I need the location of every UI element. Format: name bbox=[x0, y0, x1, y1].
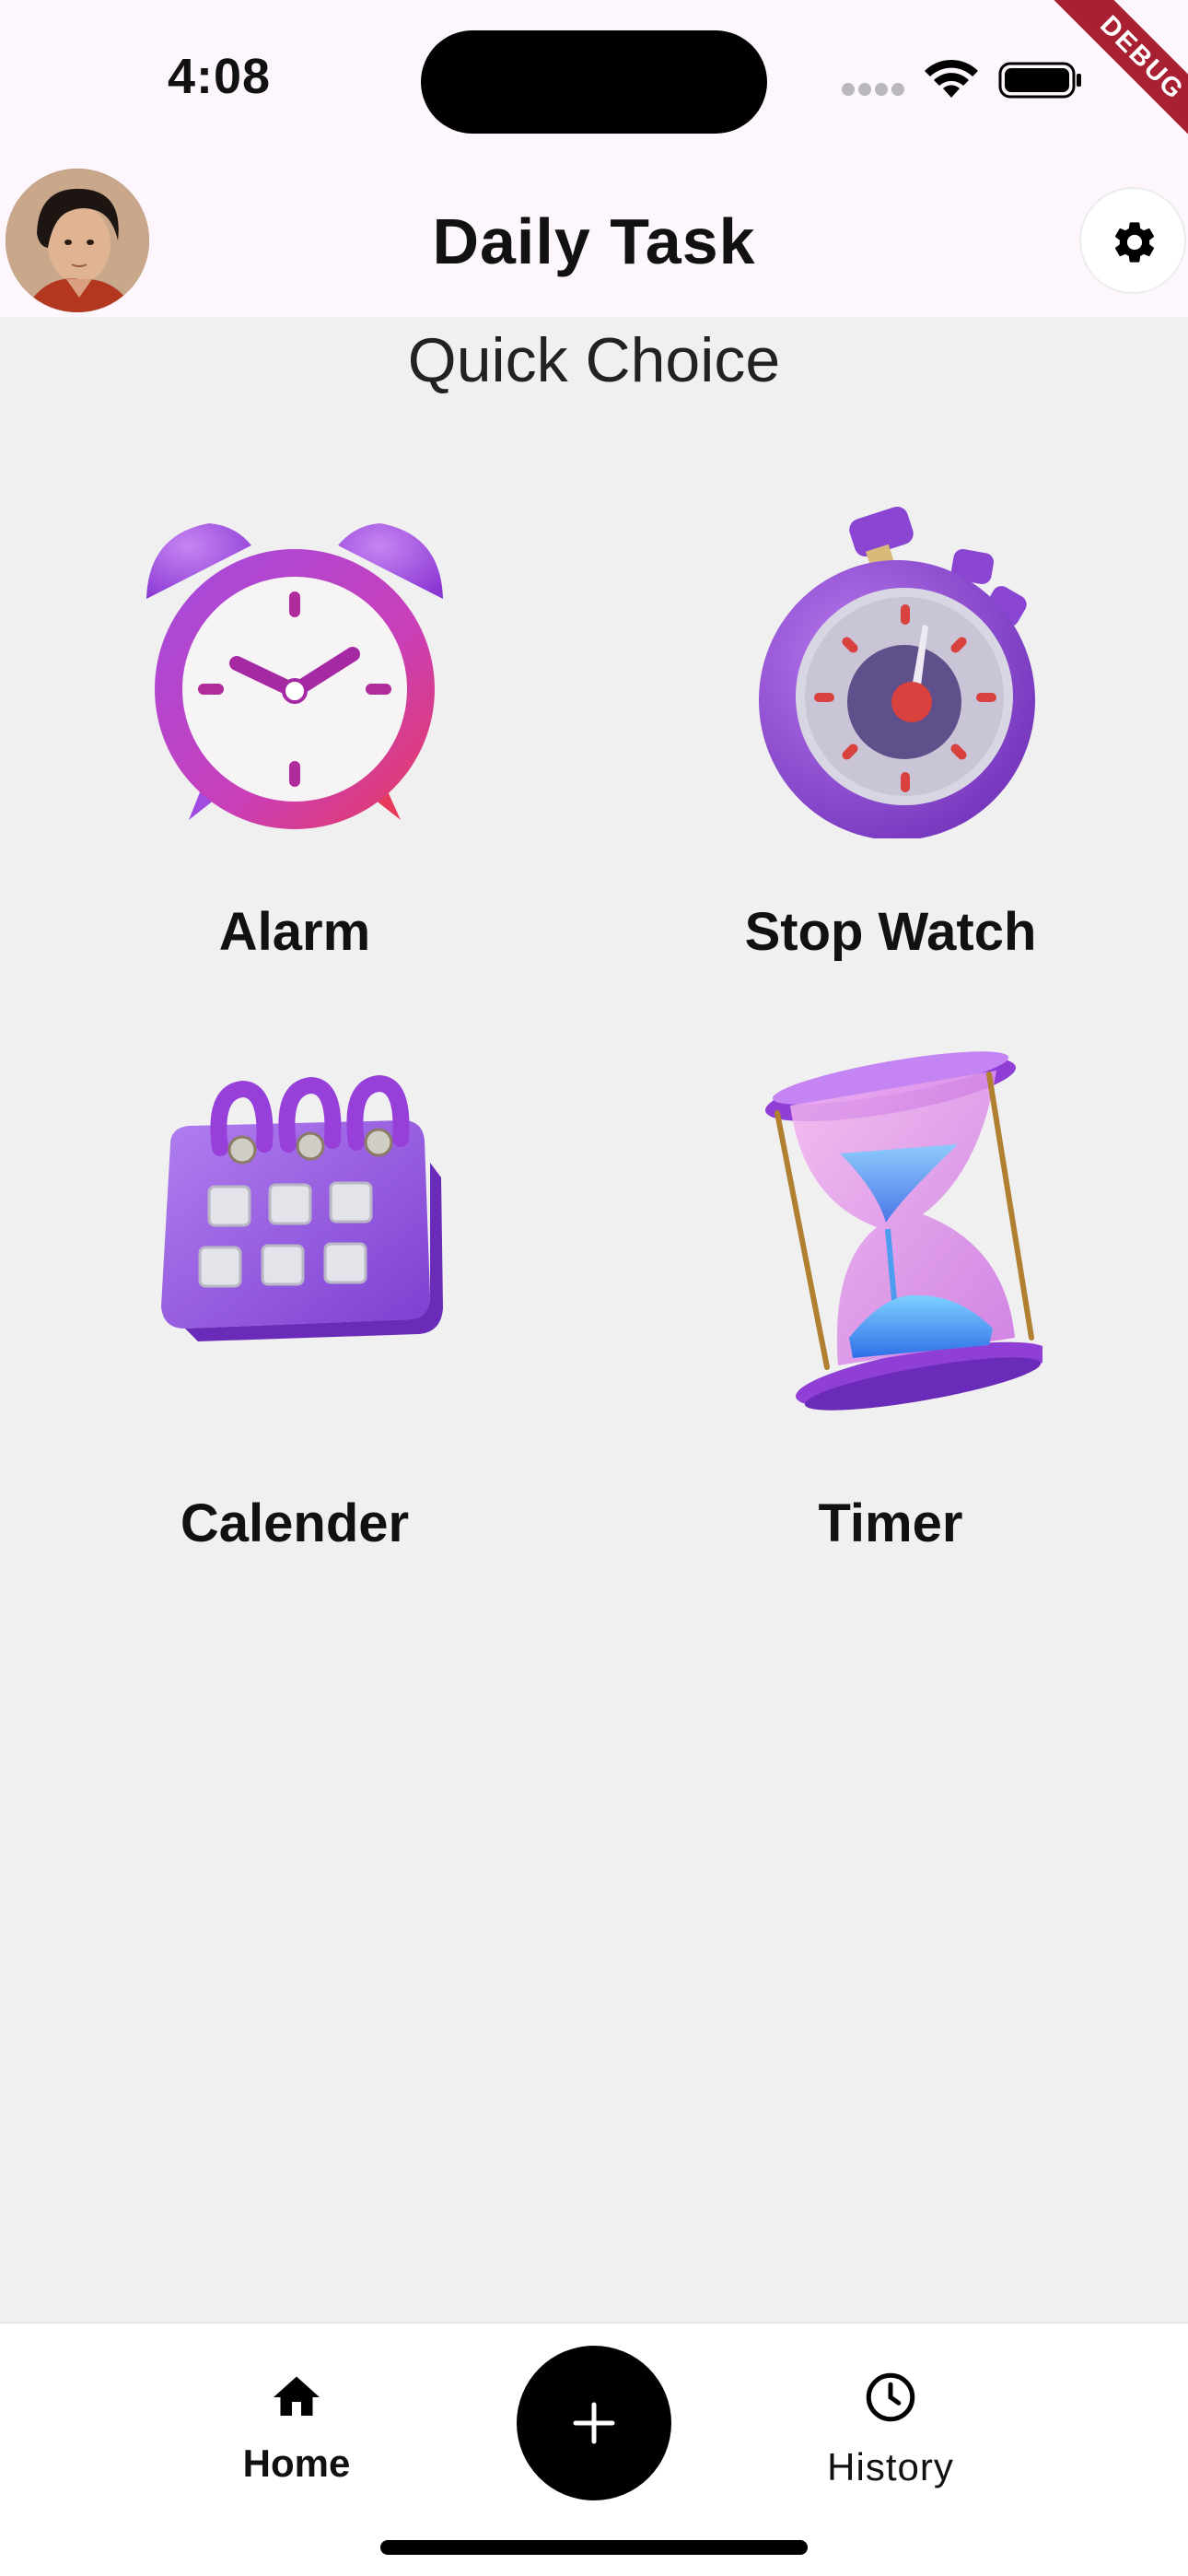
home-indicator[interactable] bbox=[380, 2540, 808, 2555]
page-title: Daily Task bbox=[432, 205, 756, 277]
tile-label: Stop Watch bbox=[744, 902, 1037, 962]
home-icon bbox=[274, 2376, 320, 2416]
signal-dots-icon bbox=[842, 83, 906, 98]
add-button[interactable] bbox=[517, 2346, 671, 2500]
calendar-tile[interactable]: Calender bbox=[64, 1052, 525, 1568]
tile-label: Calender bbox=[180, 1493, 410, 1553]
stopwatch-icon bbox=[759, 507, 1035, 838]
app-bar: 4:08 DEBUG Daily Task bbox=[0, 0, 1188, 317]
nav-item-home[interactable]: Home bbox=[177, 2351, 416, 2489]
stopwatch-tile[interactable]: Stop Watch bbox=[660, 507, 1121, 1023]
bottom-nav: Home History bbox=[0, 2322, 1188, 2576]
battery-icon bbox=[998, 62, 1081, 99]
settings-button[interactable] bbox=[1079, 187, 1186, 294]
status-time: 4:08 bbox=[168, 49, 272, 104]
alarm-clock-icon bbox=[146, 523, 443, 829]
hourglass-icon bbox=[765, 1051, 1042, 1411]
gear-icon bbox=[1114, 222, 1155, 263]
nav-label-home: Home bbox=[242, 2441, 351, 2485]
dynamic-island bbox=[421, 30, 767, 134]
screen: 4:08 DEBUG Daily Task Quick Choice Alarm… bbox=[0, 0, 1188, 2576]
nav-label-history: History bbox=[827, 2445, 954, 2488]
alarm-tile[interactable]: Alarm bbox=[64, 507, 525, 1023]
calendar-icon bbox=[161, 1074, 443, 1341]
wifi-icon bbox=[925, 59, 978, 98]
section-title: Quick Choice bbox=[407, 325, 781, 395]
timer-tile[interactable]: Timer bbox=[660, 1051, 1121, 1568]
tile-label: Alarm bbox=[218, 902, 371, 962]
nav-item-history[interactable]: History bbox=[771, 2351, 1010, 2489]
clock-icon bbox=[866, 2372, 915, 2422]
tile-label: Timer bbox=[818, 1493, 963, 1553]
plus-icon bbox=[573, 2402, 615, 2444]
